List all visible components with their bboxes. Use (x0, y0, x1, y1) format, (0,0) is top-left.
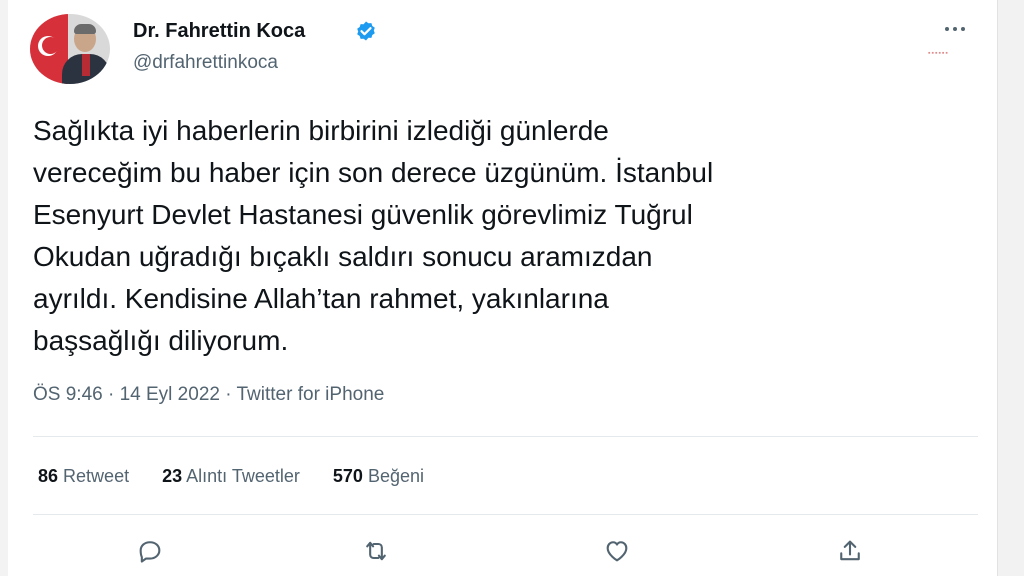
avatar-hair (74, 24, 96, 34)
reply-icon (139, 541, 161, 563)
more-options-icon[interactable] (940, 17, 970, 41)
left-frame-edge (0, 0, 8, 576)
tweet-meta[interactable]: ÖS 9:46 · 14 Eyl 2022 · Twitter for iPho… (33, 384, 384, 406)
like-count-label: Beğeni (367, 466, 424, 486)
like-count-number: 570 (332, 466, 363, 486)
retweet-count-label: Retweet (63, 466, 130, 486)
avatar-crescent-cut (42, 37, 59, 54)
retweet-count[interactable]: 86 Retweet (38, 466, 129, 487)
author-name[interactable]: Dr. Fahrettin Koca (133, 20, 305, 43)
quote-tweet-count-label: Alıntı Tweetler (186, 466, 300, 486)
tweet-stats: 86 Retweet 23 Alıntı Tweetler 570 Beğeni (38, 466, 424, 487)
divider (33, 514, 978, 515)
tweet-text: Sağlıkta iyi haberlerin birbirini izledi… (33, 115, 714, 356)
like-button[interactable] (601, 536, 633, 566)
retweet-icon (366, 541, 386, 561)
author-handle[interactable]: @drfahrettinkoca (133, 52, 278, 74)
like-icon (606, 541, 628, 562)
watermark: ▪▪▪▪▪▪ (928, 50, 949, 57)
avatar[interactable] (30, 14, 110, 84)
quote-tweet-count[interactable]: 23 Alıntı Tweetler (162, 466, 300, 487)
avatar-tie (82, 54, 90, 76)
verified-badge-icon (357, 21, 375, 41)
retweet-count-number: 86 (38, 466, 59, 486)
reply-button[interactable] (134, 536, 166, 566)
share-button[interactable] (834, 536, 866, 566)
quote-tweet-count-number: 23 (162, 466, 183, 486)
like-count[interactable]: 570 Beğeni (333, 466, 424, 487)
right-frame-edge (998, 0, 1024, 576)
divider (33, 436, 978, 437)
share-icon (840, 540, 860, 561)
retweet-button[interactable] (360, 536, 392, 566)
